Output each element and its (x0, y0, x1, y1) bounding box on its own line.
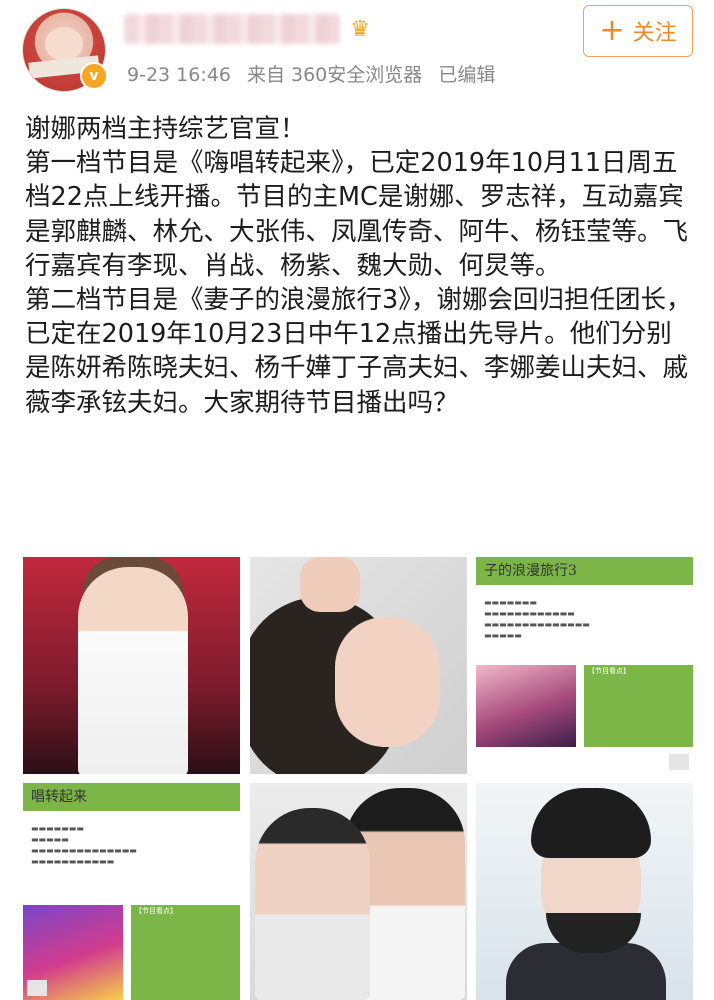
image-grid: 子的浪漫旅行3 ▬▬▬▬▬▬▬ ▬▬▬▬▬▬▬▬▬▬▬▬ ▬▬▬▬▬▬▬▬▬▬▬▬▬… (23, 557, 695, 1000)
image-thumb-4[interactable]: 唱转起来 ▬▬▬▬▬▬▬ ▬▬▬▬▬ ▬▬▬▬▬▬▬▬▬▬▬▬▬▬ ▬▬▬▬▬▬▬▬▬… (23, 783, 240, 1000)
post-source: 来自 360安全浏览器 (246, 64, 423, 86)
slide-lines: ▬▬▬▬▬▬▬ ▬▬▬▬▬ ▬▬▬▬▬▬▬▬▬▬▬▬▬▬ ▬▬▬▬▬▬▬▬▬▬▬ (31, 824, 137, 866)
follow-label: 关注 (632, 21, 677, 46)
photo-woman (255, 808, 370, 1000)
photo-hat (531, 788, 651, 858)
image-thumb-5[interactable] (250, 783, 467, 1000)
post-paragraph: 谢娜两档主持综艺官宣！ (25, 114, 306, 144)
slide-box-header: 【节目看点】 (135, 907, 177, 915)
slide-box: 【节目看点】 (131, 905, 240, 1000)
watermark (27, 980, 47, 996)
slide-box-header: 【节目看点】 (588, 667, 630, 675)
verified-badge-icon: v (80, 62, 108, 90)
photo-person (78, 567, 188, 774)
slide-box: 【节目看点】 (584, 665, 693, 747)
slide-title: 子的浪漫旅行3 (484, 563, 577, 579)
post-paragraph: 第二档节目是《妻子的浪漫旅行3》，谢娜会回归担任团长，已定在2019年10月23… (25, 285, 692, 418)
follow-button[interactable]: + 关注 (583, 5, 693, 57)
slide-picture (476, 665, 576, 747)
post-time: 9-23 16:46 (127, 64, 231, 86)
username-redacted[interactable] (124, 14, 340, 44)
post-meta: 9-23 16:46 来自 360安全浏览器 已编辑 (127, 60, 505, 87)
crown-icon: ♛ (350, 16, 370, 42)
post-header: v ♛ 9-23 16:46 来自 360安全浏览器 已编辑 + 关注 (0, 0, 714, 100)
post-edited: 已编辑 (438, 64, 496, 86)
image-thumb-2[interactable] (250, 557, 467, 774)
watermark (669, 754, 689, 770)
photo-hand (300, 557, 360, 612)
post-paragraph: 第一档节目是《嗨唱转起来》，已定2019年10月11日周五档22点上线开播。节目… (25, 148, 689, 281)
avatar-face (45, 27, 83, 61)
slide-title: 唱转起来 (31, 789, 87, 805)
photo-face (335, 617, 440, 747)
plus-icon: + (599, 13, 625, 48)
image-thumb-3[interactable]: 子的浪漫旅行3 ▬▬▬▬▬▬▬ ▬▬▬▬▬▬▬▬▬▬▬▬ ▬▬▬▬▬▬▬▬▬▬▬▬▬… (476, 557, 693, 774)
post-text: 谢娜两档主持综艺官宣！ 第一档节目是《嗨唱转起来》，已定2019年10月11日周… (25, 112, 695, 420)
image-thumb-6[interactable] (476, 783, 693, 1000)
slide-lines: ▬▬▬▬▬▬▬ ▬▬▬▬▬▬▬▬▬▬▬▬ ▬▬▬▬▬▬▬▬▬▬▬▬▬▬ ▬▬▬▬▬ (484, 598, 590, 640)
image-thumb-1[interactable] (23, 557, 240, 774)
